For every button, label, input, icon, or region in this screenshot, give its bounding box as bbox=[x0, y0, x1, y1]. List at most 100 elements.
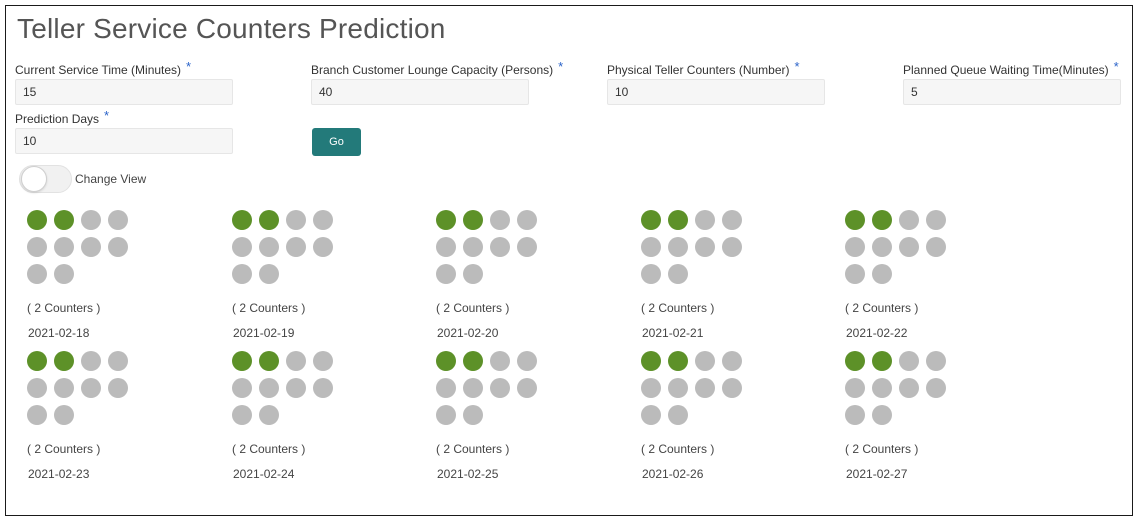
inactive-counter-dot bbox=[313, 378, 333, 398]
inactive-counter-dot bbox=[27, 405, 47, 425]
counter-count-text: ( 2 Counters ) bbox=[232, 442, 306, 456]
inactive-counter-dot bbox=[845, 264, 865, 284]
inactive-counter-dot bbox=[695, 237, 715, 257]
active-counter-dot bbox=[27, 351, 47, 371]
inactive-counter-dot bbox=[27, 378, 47, 398]
inactive-counter-dot bbox=[722, 237, 742, 257]
inactive-counter-dot bbox=[108, 351, 128, 371]
prediction-date: 2021-02-23 bbox=[28, 467, 90, 481]
inactive-counter-dot bbox=[436, 264, 456, 284]
counter-count-text: ( 2 Counters ) bbox=[232, 301, 306, 315]
queue-waiting-time-input[interactable] bbox=[903, 79, 1121, 105]
counter-count-text: ( 2 Counters ) bbox=[27, 301, 101, 315]
lounge-capacity-label-text: Branch Customer Lounge Capacity (Persons… bbox=[311, 63, 554, 77]
inactive-counter-dot bbox=[872, 405, 892, 425]
inactive-counter-dot bbox=[722, 351, 742, 371]
inactive-counter-dot bbox=[641, 405, 661, 425]
inactive-counter-dot bbox=[27, 264, 47, 284]
active-counter-dot bbox=[845, 210, 865, 230]
inactive-counter-dot bbox=[54, 264, 74, 284]
inactive-counter-dot bbox=[259, 264, 279, 284]
active-counter-dot bbox=[232, 210, 252, 230]
toggle-knob bbox=[21, 166, 47, 192]
page-title: Teller Service Counters Prediction bbox=[17, 13, 446, 44]
inactive-counter-dot bbox=[899, 210, 919, 230]
inactive-counter-dot bbox=[313, 237, 333, 257]
inactive-counter-dot bbox=[899, 378, 919, 398]
inactive-counter-dot bbox=[722, 210, 742, 230]
physical-counters-label-text: Physical Teller Counters (Number) bbox=[607, 63, 790, 77]
inactive-counter-dot bbox=[259, 237, 279, 257]
active-counter-dot bbox=[668, 351, 688, 371]
required-mark: * bbox=[558, 59, 564, 74]
inactive-counter-dot bbox=[286, 237, 306, 257]
inactive-counter-dot bbox=[490, 351, 510, 371]
go-button[interactable]: Go bbox=[312, 128, 361, 156]
inactive-counter-dot bbox=[899, 351, 919, 371]
prediction-card: ( 2 Counters ) 2021-02-27 bbox=[845, 351, 1045, 481]
physical-counters-input[interactable] bbox=[607, 79, 825, 105]
inactive-counter-dot bbox=[232, 264, 252, 284]
inactive-counter-dot bbox=[54, 378, 74, 398]
inactive-counter-dot bbox=[668, 237, 688, 257]
active-counter-dot bbox=[872, 210, 892, 230]
inactive-counter-dot bbox=[259, 378, 279, 398]
inactive-counter-dot bbox=[899, 237, 919, 257]
current-service-time-input[interactable] bbox=[15, 79, 233, 105]
queue-waiting-time-label: Planned Queue Waiting Time(Minutes) * bbox=[903, 59, 1119, 77]
active-counter-dot bbox=[641, 351, 661, 371]
inactive-counter-dot bbox=[490, 378, 510, 398]
prediction-card: ( 2 Counters ) 2021-02-25 bbox=[436, 351, 636, 481]
inactive-counter-dot bbox=[27, 237, 47, 257]
inactive-counter-dot bbox=[54, 405, 74, 425]
inactive-counter-dot bbox=[463, 378, 483, 398]
inactive-counter-dot bbox=[81, 351, 101, 371]
inactive-counter-dot bbox=[845, 378, 865, 398]
inactive-counter-dot bbox=[695, 378, 715, 398]
inactive-counter-dot bbox=[108, 237, 128, 257]
prediction-card: ( 2 Counters ) 2021-02-21 bbox=[641, 210, 841, 340]
active-counter-dot bbox=[668, 210, 688, 230]
prediction-date: 2021-02-24 bbox=[233, 467, 295, 481]
active-counter-dot bbox=[259, 210, 279, 230]
prediction-card: ( 2 Counters ) 2021-02-19 bbox=[232, 210, 432, 340]
required-mark: * bbox=[186, 59, 192, 74]
active-counter-dot bbox=[259, 351, 279, 371]
required-mark: * bbox=[794, 59, 800, 74]
prediction-days-input[interactable] bbox=[15, 128, 233, 154]
physical-counters-label: Physical Teller Counters (Number) * bbox=[607, 59, 800, 77]
inactive-counter-dot bbox=[668, 264, 688, 284]
current-service-time-label-text: Current Service Time (Minutes) bbox=[15, 63, 182, 77]
inactive-counter-dot bbox=[286, 351, 306, 371]
required-mark: * bbox=[1113, 59, 1119, 74]
inactive-counter-dot bbox=[490, 237, 510, 257]
active-counter-dot bbox=[463, 210, 483, 230]
change-view-toggle[interactable] bbox=[19, 165, 72, 193]
counter-count-text: ( 2 Counters ) bbox=[845, 301, 919, 315]
inactive-counter-dot bbox=[872, 264, 892, 284]
prediction-date: 2021-02-19 bbox=[233, 326, 295, 340]
inactive-counter-dot bbox=[436, 405, 456, 425]
lounge-capacity-input[interactable] bbox=[311, 79, 529, 105]
inactive-counter-dot bbox=[845, 405, 865, 425]
inactive-counter-dot bbox=[872, 378, 892, 398]
counter-count-text: ( 2 Counters ) bbox=[845, 442, 919, 456]
active-counter-dot bbox=[232, 351, 252, 371]
active-counter-dot bbox=[436, 210, 456, 230]
inactive-counter-dot bbox=[695, 351, 715, 371]
inactive-counter-dot bbox=[926, 378, 946, 398]
prediction-days-label-text: Prediction Days bbox=[15, 112, 100, 126]
change-view-label: Change View bbox=[75, 172, 147, 186]
inactive-counter-dot bbox=[313, 351, 333, 371]
prediction-card: ( 2 Counters ) 2021-02-18 bbox=[27, 210, 227, 340]
active-counter-dot bbox=[845, 351, 865, 371]
inactive-counter-dot bbox=[517, 210, 537, 230]
inactive-counter-dot bbox=[81, 210, 101, 230]
inactive-counter-dot bbox=[641, 237, 661, 257]
required-mark: * bbox=[104, 108, 110, 123]
active-counter-dot bbox=[641, 210, 661, 230]
counter-count-text: ( 2 Counters ) bbox=[436, 301, 510, 315]
inactive-counter-dot bbox=[845, 237, 865, 257]
active-counter-dot bbox=[463, 351, 483, 371]
prediction-date: 2021-02-27 bbox=[846, 467, 908, 481]
